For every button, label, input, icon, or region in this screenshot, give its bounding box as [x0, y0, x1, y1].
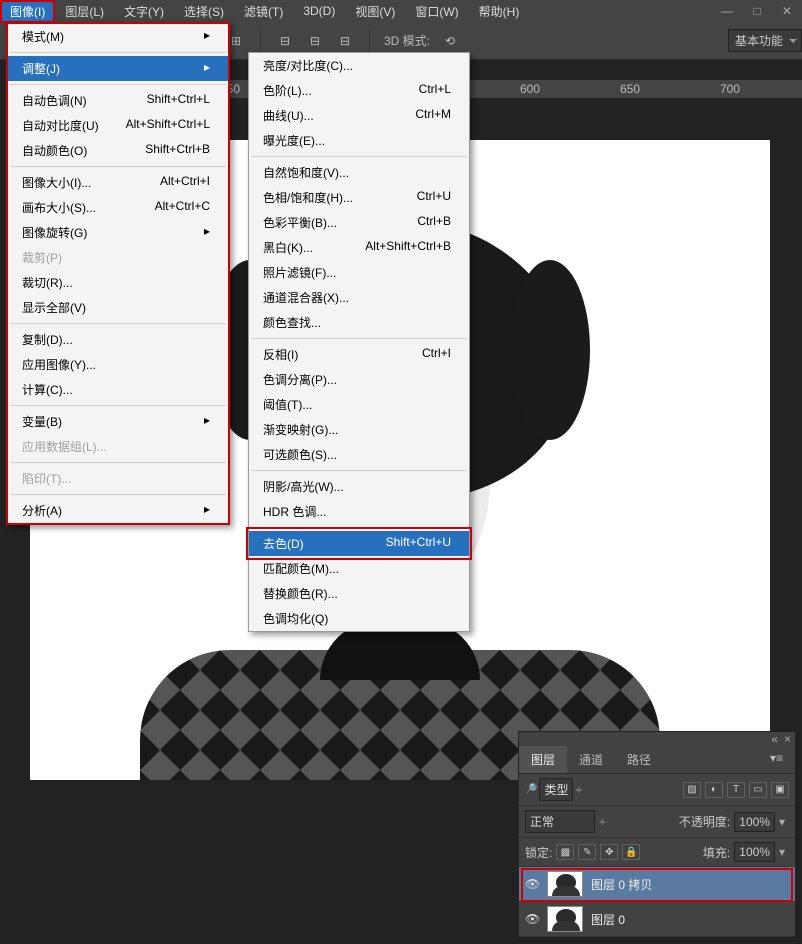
menu-文字[interactable]: 文字(Y)	[114, 0, 174, 23]
menu-3D[interactable]: 3D(D)	[293, 1, 345, 21]
distribute-icon[interactable]: ⊟	[335, 31, 355, 51]
mode3d-label: 3D 模式:	[384, 32, 430, 49]
orbit-icon[interactable]: ⟲	[440, 31, 460, 51]
menuitem-显示全部V[interactable]: 显示全部(V)	[8, 295, 228, 320]
menu-视图[interactable]: 视图(V)	[345, 0, 405, 23]
tab-paths[interactable]: 路径	[615, 746, 663, 773]
lock-label: 锁定:	[525, 844, 552, 861]
adjustments-submenu: 亮度/对比度(C)...色阶(L)...Ctrl+L曲线(U)...Ctrl+M…	[248, 52, 470, 632]
layer-name: 图层 0 拷贝	[591, 876, 652, 893]
menuitem-陷印T: 陷印(T)...	[8, 466, 228, 491]
ruler-mark: 600	[520, 82, 540, 96]
menuitem-色彩平衡B[interactable]: 色彩平衡(B)...Ctrl+B	[249, 210, 469, 235]
menu-帮助[interactable]: 帮助(H)	[469, 0, 530, 23]
filter-adjust-icon[interactable]: ◐	[705, 782, 723, 798]
menuitem-阈值T[interactable]: 阈值(T)...	[249, 392, 469, 417]
menuitem-曲线U[interactable]: 曲线(U)...Ctrl+M	[249, 103, 469, 128]
blend-mode-select[interactable]: 正常	[525, 810, 595, 833]
layer-row[interactable]: 👁 图层 0 拷贝	[519, 867, 795, 902]
menuitem-计算C[interactable]: 计算(C)...	[8, 377, 228, 402]
menuitem-应用数据组L: 应用数据组(L)...	[8, 434, 228, 459]
menuitem-裁剪P: 裁剪(P)	[8, 245, 228, 270]
menuitem-裁切R[interactable]: 裁切(R)...	[8, 270, 228, 295]
filter-pixel-icon[interactable]: ▧	[683, 782, 701, 798]
menuitem-图像旋转G[interactable]: 图像旋转(G)	[8, 220, 228, 245]
panel-close-icon[interactable]: ×	[784, 732, 791, 746]
menu-bar: 图像(I)图层(L)文字(Y)选择(S)滤镜(T)3D(D)视图(V)窗口(W)…	[0, 0, 802, 22]
menuitem-曝光度E[interactable]: 曝光度(E)...	[249, 128, 469, 153]
opacity-label: 不透明度:	[679, 813, 730, 830]
window-controls: ― □ ✕	[712, 0, 802, 22]
panel-tabs: 图层 通道 路径 ▾≡	[519, 746, 795, 774]
menuitem-变量B[interactable]: 变量(B)	[8, 409, 228, 434]
menuitem-替换颜色R[interactable]: 替换颜色(R)...	[249, 581, 469, 606]
menuitem-分析A[interactable]: 分析(A)	[8, 498, 228, 523]
menuitem-可选颜色S[interactable]: 可选颜色(S)...	[249, 442, 469, 467]
layer-name: 图层 0	[591, 911, 625, 928]
opacity-field[interactable]: 100%▾	[734, 812, 789, 832]
menuitem-亮度对比度C[interactable]: 亮度/对比度(C)...	[249, 53, 469, 78]
filter-kind-icon[interactable]: 🔎类型÷	[525, 778, 582, 801]
lock-all-icon[interactable]: 🔒	[622, 844, 640, 860]
menu-图像[interactable]: 图像(I)	[0, 0, 55, 23]
menuitem-应用图像Y[interactable]: 应用图像(Y)...	[8, 352, 228, 377]
menuitem-色相饱和度H[interactable]: 色相/饱和度(H)...Ctrl+U	[249, 185, 469, 210]
tab-layers[interactable]: 图层	[519, 746, 567, 773]
panel-menu-icon[interactable]: ▾≡	[758, 746, 795, 773]
fill-field[interactable]: 100%▾	[734, 842, 789, 862]
filter-smart-icon[interactable]: ▣	[771, 782, 789, 798]
visibility-icon[interactable]: 👁	[525, 877, 539, 891]
menu-选择[interactable]: 选择(S)	[174, 0, 234, 23]
menuitem-色调均化Q[interactable]: 色调均化(Q)	[249, 606, 469, 631]
menuitem-去色D[interactable]: 去色(D)Shift+Ctrl+U	[249, 531, 469, 556]
menuitem-模式M[interactable]: 模式(M)	[8, 24, 228, 49]
menuitem-调整J[interactable]: 调整(J)	[8, 56, 228, 81]
menuitem-复制D[interactable]: 复制(D)...	[8, 327, 228, 352]
image-menu-dropdown: 模式(M) 调整(J) 自动色调(N)Shift+Ctrl+L自动对比度(U)Alt…	[6, 22, 230, 525]
menuitem-黑白K[interactable]: 黑白(K)...Alt+Shift+Ctrl+B	[249, 235, 469, 260]
tab-channels[interactable]: 通道	[567, 746, 615, 773]
close-button[interactable]: ✕	[772, 0, 802, 22]
lock-trans-icon[interactable]: ▩	[556, 844, 574, 860]
menu-窗口[interactable]: 窗口(W)	[405, 0, 468, 23]
menuitem-匹配颜色M[interactable]: 匹配颜色(M)...	[249, 556, 469, 581]
menuitem-HDR色调[interactable]: HDR 色调...	[249, 499, 469, 524]
menuitem-照片滤镜F[interactable]: 照片滤镜(F)...	[249, 260, 469, 285]
menuitem-反相I[interactable]: 反相(I)Ctrl+I	[249, 342, 469, 367]
layers-panel: « × 图层 通道 路径 ▾≡ 🔎类型÷ ▧ ◐ T ▭ ▣ 正常 ÷ 不透明度…	[518, 731, 796, 938]
menuitem-图像大小I[interactable]: 图像大小(I)...Alt+Ctrl+I	[8, 170, 228, 195]
menuitem-渐变映射G[interactable]: 渐变映射(G)...	[249, 417, 469, 442]
menuitem-通道混合器X[interactable]: 通道混合器(X)...	[249, 285, 469, 310]
filter-shape-icon[interactable]: ▭	[749, 782, 767, 798]
fill-label: 填充:	[703, 844, 730, 861]
menuitem-自动颜色O[interactable]: 自动颜色(O)Shift+Ctrl+B	[8, 138, 228, 163]
menuitem-色阶L[interactable]: 色阶(L)...Ctrl+L	[249, 78, 469, 103]
menuitem-阴影高光W[interactable]: 阴影/高光(W)...	[249, 474, 469, 499]
menuitem-自然饱和度V[interactable]: 自然饱和度(V)...	[249, 160, 469, 185]
distribute-icon[interactable]: ⊟	[275, 31, 295, 51]
ruler-mark: 650	[620, 82, 640, 96]
layer-thumbnail[interactable]	[547, 871, 583, 897]
menuitem-颜色查找[interactable]: 颜色查找...	[249, 310, 469, 335]
lock-pixels-icon[interactable]: ✎	[578, 844, 596, 860]
visibility-icon[interactable]: 👁	[525, 912, 539, 926]
distribute-icon[interactable]: ⊟	[305, 31, 325, 51]
maximize-button[interactable]: □	[742, 0, 772, 22]
menuitem-自动色调N[interactable]: 自动色调(N)Shift+Ctrl+L	[8, 88, 228, 113]
workspace-select[interactable]: 基本功能	[728, 29, 802, 52]
ruler-mark: 700	[720, 82, 740, 96]
menu-图层[interactable]: 图层(L)	[55, 0, 114, 23]
layer-thumbnail[interactable]	[547, 906, 583, 932]
menuitem-画布大小S[interactable]: 画布大小(S)...Alt+Ctrl+C	[8, 195, 228, 220]
menuitem-色调分离P[interactable]: 色调分离(P)...	[249, 367, 469, 392]
minimize-button[interactable]: ―	[712, 0, 742, 22]
menu-滤镜[interactable]: 滤镜(T)	[234, 0, 293, 23]
panel-collapse-icon[interactable]: «	[771, 732, 778, 746]
menuitem-自动对比度U[interactable]: 自动对比度(U)Alt+Shift+Ctrl+L	[8, 113, 228, 138]
layer-list: 👁 图层 0 拷贝 👁 图层 0	[519, 867, 795, 937]
filter-type-icon[interactable]: T	[727, 782, 745, 798]
lock-position-icon[interactable]: ✥	[600, 844, 618, 860]
layer-row[interactable]: 👁 图层 0	[519, 902, 795, 937]
